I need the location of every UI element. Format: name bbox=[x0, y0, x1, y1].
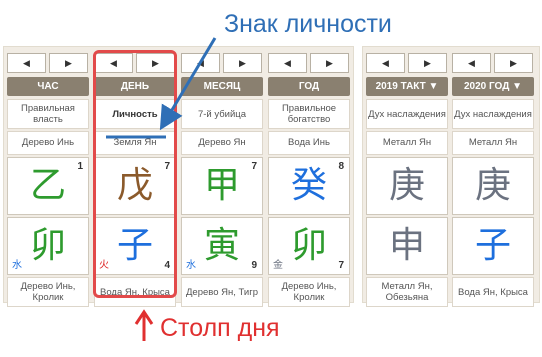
annotation-arrows bbox=[106, 37, 217, 341]
personality-arrow bbox=[159, 37, 217, 131]
pillar-arrow bbox=[134, 309, 154, 341]
